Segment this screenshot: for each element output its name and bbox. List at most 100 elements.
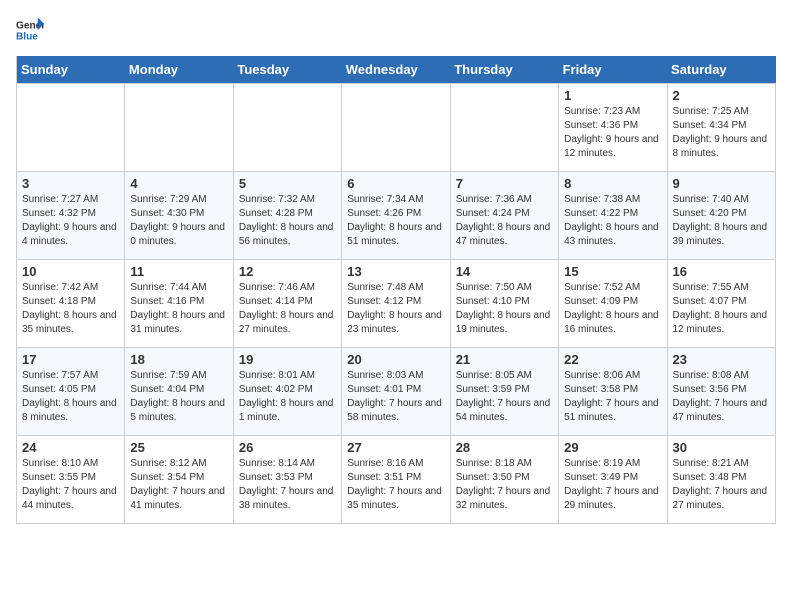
day-number: 6 (347, 176, 444, 191)
calendar-cell: 26 Sunrise: 8:14 AM Sunset: 3:53 PM Dayli… (233, 436, 341, 524)
calendar-cell (17, 84, 125, 172)
day-info: Sunrise: 7:23 AM Sunset: 4:36 PM Dayligh… (564, 105, 661, 161)
day-info: Sunrise: 8:21 AM Sunset: 3:48 PM Dayligh… (673, 457, 770, 513)
day-number: 4 (130, 176, 227, 191)
day-number: 18 (130, 352, 227, 367)
calendar-week-row: 24 Sunrise: 8:10 AM Sunset: 3:55 PM Dayli… (17, 436, 776, 524)
calendar-cell: 9Sunrise: 7:40 AM Sunset: 4:20 PM Daylig… (667, 172, 775, 260)
day-number: 7 (456, 176, 553, 191)
page-header: General Blue (16, 16, 776, 44)
day-number: 3 (22, 176, 119, 191)
calendar-cell: 2 Sunrise: 7:25 AM Sunset: 4:34 PM Daylig… (667, 84, 775, 172)
day-number: 21 (456, 352, 553, 367)
svg-text:Blue: Blue (16, 31, 38, 42)
calendar-cell: 18 Sunrise: 7:59 AM Sunset: 4:04 PM Dayli… (125, 348, 233, 436)
day-info: Sunrise: 7:27 AM Sunset: 4:32 PM Dayligh… (22, 193, 119, 249)
day-info: Sunrise: 7:36 AM Sunset: 4:24 PM Dayligh… (456, 193, 553, 249)
day-info: Sunrise: 7:50 AM Sunset: 4:10 PM Dayligh… (456, 281, 553, 337)
calendar-week-row: 10 Sunrise: 7:42 AM Sunset: 4:18 PM Dayli… (17, 260, 776, 348)
day-info: Sunrise: 7:59 AM Sunset: 4:04 PM Dayligh… (130, 369, 227, 425)
day-info: Sunrise: 8:16 AM Sunset: 3:51 PM Dayligh… (347, 457, 444, 513)
calendar-cell: 27 Sunrise: 8:16 AM Sunset: 3:51 PM Dayli… (342, 436, 450, 524)
day-info: Sunrise: 7:52 AM Sunset: 4:09 PM Dayligh… (564, 281, 661, 337)
day-info: Sunrise: 7:48 AM Sunset: 4:12 PM Dayligh… (347, 281, 444, 337)
day-number: 8 (564, 176, 661, 191)
calendar-cell (125, 84, 233, 172)
day-number: 5 (239, 176, 336, 191)
calendar-week-row: 3 Sunrise: 7:27 AM Sunset: 4:32 PM Daylig… (17, 172, 776, 260)
calendar-cell: 23 Sunrise: 8:08 AM Sunset: 3:56 PM Dayli… (667, 348, 775, 436)
calendar-cell: 19 Sunrise: 8:01 AM Sunset: 4:02 PM Dayli… (233, 348, 341, 436)
logo-icon: General Blue (16, 16, 44, 44)
day-number: 29 (564, 440, 661, 455)
day-info: Sunrise: 7:55 AM Sunset: 4:07 PM Dayligh… (673, 281, 770, 337)
day-number: 24 (22, 440, 119, 455)
calendar-cell: 22 Sunrise: 8:06 AM Sunset: 3:58 PM Dayli… (559, 348, 667, 436)
calendar-cell (233, 84, 341, 172)
header-saturday: Saturday (667, 56, 775, 84)
day-number: 30 (673, 440, 770, 455)
logo: General Blue (16, 16, 44, 44)
day-info: Sunrise: 8:18 AM Sunset: 3:50 PM Dayligh… (456, 457, 553, 513)
day-number: 10 (22, 264, 119, 279)
day-number: 2 (673, 88, 770, 103)
header-tuesday: Tuesday (233, 56, 341, 84)
calendar-cell (450, 84, 558, 172)
calendar-header-row: SundayMondayTuesdayWednesdayThursdayFrid… (17, 56, 776, 84)
header-thursday: Thursday (450, 56, 558, 84)
day-number: 12 (239, 264, 336, 279)
calendar-week-row: 1 Sunrise: 7:23 AM Sunset: 4:36 PM Daylig… (17, 84, 776, 172)
day-number: 11 (130, 264, 227, 279)
day-info: Sunrise: 7:38 AM Sunset: 4:22 PM Dayligh… (564, 193, 661, 249)
day-info: Sunrise: 8:14 AM Sunset: 3:53 PM Dayligh… (239, 457, 336, 513)
day-info: Sunrise: 8:19 AM Sunset: 3:49 PM Dayligh… (564, 457, 661, 513)
calendar-cell: 10 Sunrise: 7:42 AM Sunset: 4:18 PM Dayli… (17, 260, 125, 348)
day-info: Sunrise: 7:40 AM Sunset: 4:20 PM Dayligh… (673, 193, 770, 249)
calendar-cell: 24 Sunrise: 8:10 AM Sunset: 3:55 PM Dayli… (17, 436, 125, 524)
calendar-cell: 17Sunrise: 7:57 AM Sunset: 4:05 PM Dayli… (17, 348, 125, 436)
header-sunday: Sunday (17, 56, 125, 84)
day-info: Sunrise: 7:44 AM Sunset: 4:16 PM Dayligh… (130, 281, 227, 337)
day-number: 27 (347, 440, 444, 455)
day-info: Sunrise: 8:03 AM Sunset: 4:01 PM Dayligh… (347, 369, 444, 425)
day-info: Sunrise: 8:01 AM Sunset: 4:02 PM Dayligh… (239, 369, 336, 425)
calendar-cell: 11 Sunrise: 7:44 AM Sunset: 4:16 PM Dayli… (125, 260, 233, 348)
calendar-cell: 29 Sunrise: 8:19 AM Sunset: 3:49 PM Dayli… (559, 436, 667, 524)
calendar-week-row: 17Sunrise: 7:57 AM Sunset: 4:05 PM Dayli… (17, 348, 776, 436)
day-number: 14 (456, 264, 553, 279)
calendar-cell: 13Sunrise: 7:48 AM Sunset: 4:12 PM Dayli… (342, 260, 450, 348)
calendar-cell: 4 Sunrise: 7:29 AM Sunset: 4:30 PM Daylig… (125, 172, 233, 260)
header-wednesday: Wednesday (342, 56, 450, 84)
calendar-cell: 7 Sunrise: 7:36 AM Sunset: 4:24 PM Daylig… (450, 172, 558, 260)
day-number: 1 (564, 88, 661, 103)
calendar-cell (342, 84, 450, 172)
calendar-cell: 16 Sunrise: 7:55 AM Sunset: 4:07 PM Dayli… (667, 260, 775, 348)
calendar-cell: 20 Sunrise: 8:03 AM Sunset: 4:01 PM Dayli… (342, 348, 450, 436)
day-info: Sunrise: 7:34 AM Sunset: 4:26 PM Dayligh… (347, 193, 444, 249)
day-info: Sunrise: 7:42 AM Sunset: 4:18 PM Dayligh… (22, 281, 119, 337)
day-number: 19 (239, 352, 336, 367)
header-monday: Monday (125, 56, 233, 84)
header-friday: Friday (559, 56, 667, 84)
day-number: 15 (564, 264, 661, 279)
day-info: Sunrise: 8:08 AM Sunset: 3:56 PM Dayligh… (673, 369, 770, 425)
calendar-cell: 15 Sunrise: 7:52 AM Sunset: 4:09 PM Dayli… (559, 260, 667, 348)
day-info: Sunrise: 7:46 AM Sunset: 4:14 PM Dayligh… (239, 281, 336, 337)
day-number: 17 (22, 352, 119, 367)
day-info: Sunrise: 8:06 AM Sunset: 3:58 PM Dayligh… (564, 369, 661, 425)
calendar-cell: 14 Sunrise: 7:50 AM Sunset: 4:10 PM Dayli… (450, 260, 558, 348)
day-number: 26 (239, 440, 336, 455)
day-info: Sunrise: 8:10 AM Sunset: 3:55 PM Dayligh… (22, 457, 119, 513)
calendar-cell: 12 Sunrise: 7:46 AM Sunset: 4:14 PM Dayli… (233, 260, 341, 348)
day-number: 22 (564, 352, 661, 367)
day-number: 16 (673, 264, 770, 279)
day-number: 23 (673, 352, 770, 367)
calendar-cell: 5Sunrise: 7:32 AM Sunset: 4:28 PM Daylig… (233, 172, 341, 260)
day-info: Sunrise: 7:25 AM Sunset: 4:34 PM Dayligh… (673, 105, 770, 161)
day-number: 20 (347, 352, 444, 367)
day-info: Sunrise: 8:12 AM Sunset: 3:54 PM Dayligh… (130, 457, 227, 513)
calendar-table: SundayMondayTuesdayWednesdayThursdayFrid… (16, 56, 776, 524)
calendar-cell: 25Sunrise: 8:12 AM Sunset: 3:54 PM Dayli… (125, 436, 233, 524)
day-info: Sunrise: 7:29 AM Sunset: 4:30 PM Dayligh… (130, 193, 227, 249)
calendar-cell: 6 Sunrise: 7:34 AM Sunset: 4:26 PM Daylig… (342, 172, 450, 260)
